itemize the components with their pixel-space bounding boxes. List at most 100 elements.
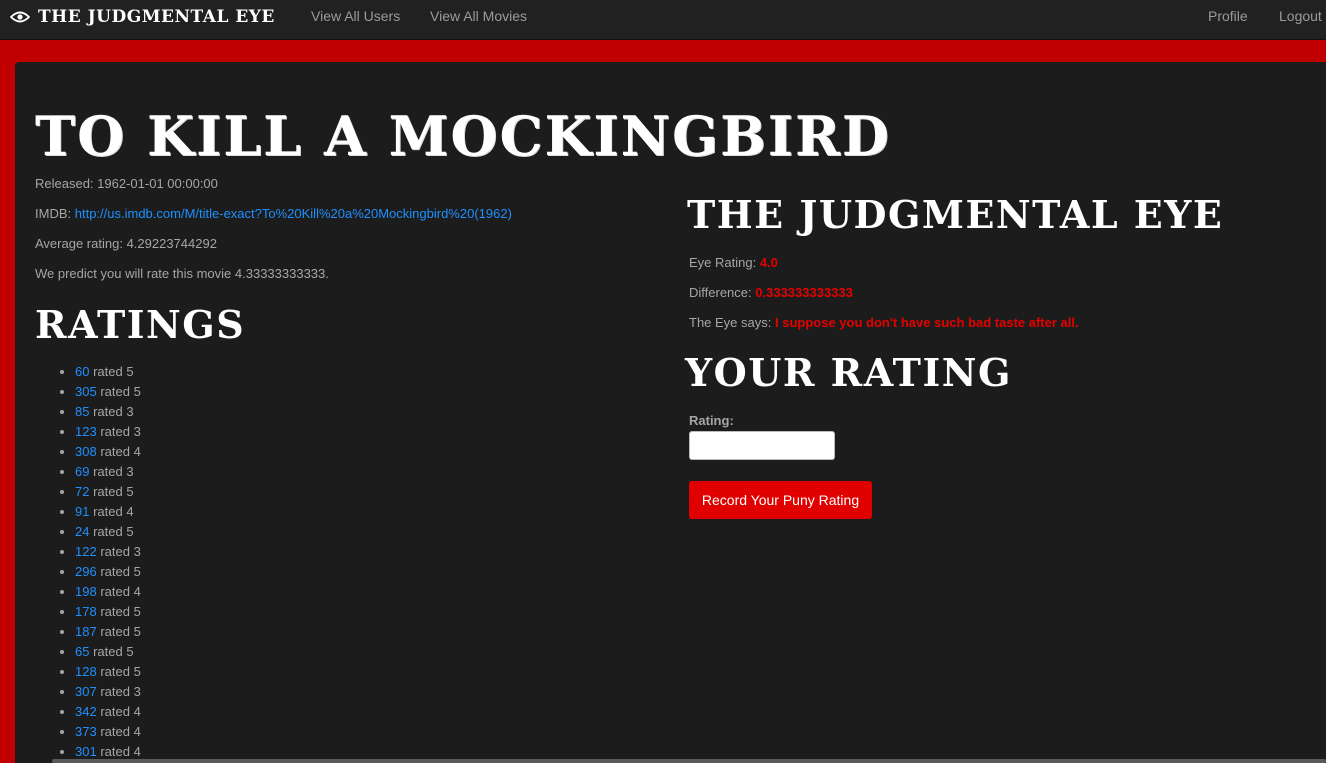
rating-list-item: 24 rated 5 <box>75 522 141 542</box>
rating-score: 5 <box>133 624 141 639</box>
imdb-line: IMDB: http://us.imdb.com/M/title-exact?T… <box>35 206 512 221</box>
top-navbar: The Judgmental Eye View All Users View A… <box>0 0 1326 40</box>
imdb-link[interactable]: http://us.imdb.com/M/title-exact?To%20Ki… <box>75 206 512 221</box>
rating-score: 5 <box>133 604 141 619</box>
rating-score: 3 <box>133 424 141 439</box>
average-rating-line: Average rating: 4.29223744292 <box>35 236 217 251</box>
rating-user-link[interactable]: 305 <box>75 384 97 399</box>
released-value: 1962-01-01 00:00:00 <box>97 176 218 191</box>
brand-link[interactable]: The Judgmental Eye <box>10 6 275 28</box>
rating-list-item: 178 rated 5 <box>75 602 141 622</box>
ratings-heading: Ratings <box>35 302 246 347</box>
rating-rated-word: rated <box>93 504 123 519</box>
rating-rated-word: rated <box>93 524 123 539</box>
rating-rated-word: rated <box>100 544 130 559</box>
rating-rated-word: rated <box>100 684 130 699</box>
horizontal-scrollbar[interactable] <box>52 759 1326 763</box>
your-rating-heading: Your Rating <box>685 350 1012 395</box>
rating-rated-word: rated <box>100 704 130 719</box>
rating-list-item: 187 rated 5 <box>75 622 141 642</box>
rating-list-item: 307 rated 3 <box>75 682 141 702</box>
rating-user-link[interactable]: 128 <box>75 664 97 679</box>
rating-user-link[interactable]: 178 <box>75 604 97 619</box>
rating-rated-word: rated <box>93 464 123 479</box>
rating-user-link[interactable]: 123 <box>75 424 97 439</box>
eye-rating-label: Eye Rating: <box>689 255 757 270</box>
released-label: Released: <box>35 176 94 191</box>
nav-view-all-users[interactable]: View All Users <box>311 8 400 24</box>
main-content: To Kill a Mockingbird Released: 1962-01-… <box>15 62 1326 763</box>
nav-view-all-movies[interactable]: View All Movies <box>430 8 527 24</box>
released-line: Released: 1962-01-01 00:00:00 <box>35 176 218 191</box>
rating-input[interactable] <box>689 431 835 460</box>
rating-rated-word: rated <box>100 744 130 759</box>
rating-user-link[interactable]: 85 <box>75 404 89 419</box>
rating-score: 5 <box>133 564 141 579</box>
eye-heading: The Judgmental Eye <box>687 192 1224 237</box>
rating-score: 3 <box>133 684 141 699</box>
rating-label: Rating: <box>689 413 734 428</box>
nav-logout[interactable]: Logout <box>1279 8 1322 24</box>
rating-list-item: 198 rated 4 <box>75 582 141 602</box>
average-rating-value: 4.29223744292 <box>126 236 217 251</box>
rating-score: 4 <box>133 724 141 739</box>
rating-user-link[interactable]: 60 <box>75 364 89 379</box>
rating-user-link[interactable]: 296 <box>75 564 97 579</box>
nav-profile[interactable]: Profile <box>1208 8 1248 24</box>
eye-says-label: The Eye says: <box>689 315 772 330</box>
difference-line: Difference: 0.333333333333 <box>689 285 853 300</box>
rating-score: 5 <box>126 364 134 379</box>
movie-title: To Kill a Mockingbird <box>35 104 891 168</box>
rating-list-item: 60 rated 5 <box>75 362 141 382</box>
rating-list-item: 123 rated 3 <box>75 422 141 442</box>
rating-list-item: 342 rated 4 <box>75 702 141 722</box>
ratings-list: 60 rated 5305 rated 585 rated 3123 rated… <box>55 362 141 762</box>
rating-list-item: 91 rated 4 <box>75 502 141 522</box>
rating-score: 4 <box>133 744 141 759</box>
rating-user-link[interactable]: 91 <box>75 504 89 519</box>
rating-score: 5 <box>133 384 141 399</box>
rating-rated-word: rated <box>100 584 130 599</box>
rating-list-item: 308 rated 4 <box>75 442 141 462</box>
eye-says-line: The Eye says: I suppose you don't have s… <box>689 315 1079 330</box>
rating-user-link[interactable]: 122 <box>75 544 97 559</box>
rating-rated-word: rated <box>93 644 123 659</box>
rating-rated-word: rated <box>100 624 130 639</box>
rating-user-link[interactable]: 342 <box>75 704 97 719</box>
rating-user-link[interactable]: 72 <box>75 484 89 499</box>
rating-user-link[interactable]: 307 <box>75 684 97 699</box>
rating-score: 5 <box>126 484 134 499</box>
rating-score: 3 <box>126 404 134 419</box>
rating-rated-word: rated <box>93 404 123 419</box>
rating-user-link[interactable]: 301 <box>75 744 97 759</box>
rating-score: 5 <box>126 644 134 659</box>
imdb-label: IMDB: <box>35 206 72 221</box>
rating-rated-word: rated <box>93 484 123 499</box>
rating-rated-word: rated <box>100 384 130 399</box>
rating-user-link[interactable]: 373 <box>75 724 97 739</box>
rating-score: 4 <box>133 704 141 719</box>
rating-list-item: 305 rated 5 <box>75 382 141 402</box>
difference-label: Difference: <box>689 285 752 300</box>
rating-rated-word: rated <box>100 424 130 439</box>
rating-score: 5 <box>133 664 141 679</box>
rating-score: 3 <box>133 544 141 559</box>
rating-rated-word: rated <box>100 664 130 679</box>
rating-user-link[interactable]: 24 <box>75 524 89 539</box>
rating-score: 4 <box>126 504 134 519</box>
rating-score: 3 <box>126 464 134 479</box>
prediction-line: We predict you will rate this movie 4.33… <box>35 266 329 281</box>
rating-score: 5 <box>126 524 134 539</box>
rating-user-link[interactable]: 69 <box>75 464 89 479</box>
rating-user-link[interactable]: 308 <box>75 444 97 459</box>
eye-says-message: I suppose you don't have such bad taste … <box>775 315 1079 330</box>
rating-list-item: 128 rated 5 <box>75 662 141 682</box>
eye-rating-line: Eye Rating: 4.0 <box>689 255 778 270</box>
rating-user-link[interactable]: 187 <box>75 624 97 639</box>
rating-user-link[interactable]: 198 <box>75 584 97 599</box>
rating-rated-word: rated <box>93 364 123 379</box>
rating-rated-word: rated <box>100 604 130 619</box>
rating-rated-word: rated <box>100 564 130 579</box>
record-rating-button[interactable]: Record Your Puny Rating <box>689 481 872 519</box>
rating-user-link[interactable]: 65 <box>75 644 89 659</box>
